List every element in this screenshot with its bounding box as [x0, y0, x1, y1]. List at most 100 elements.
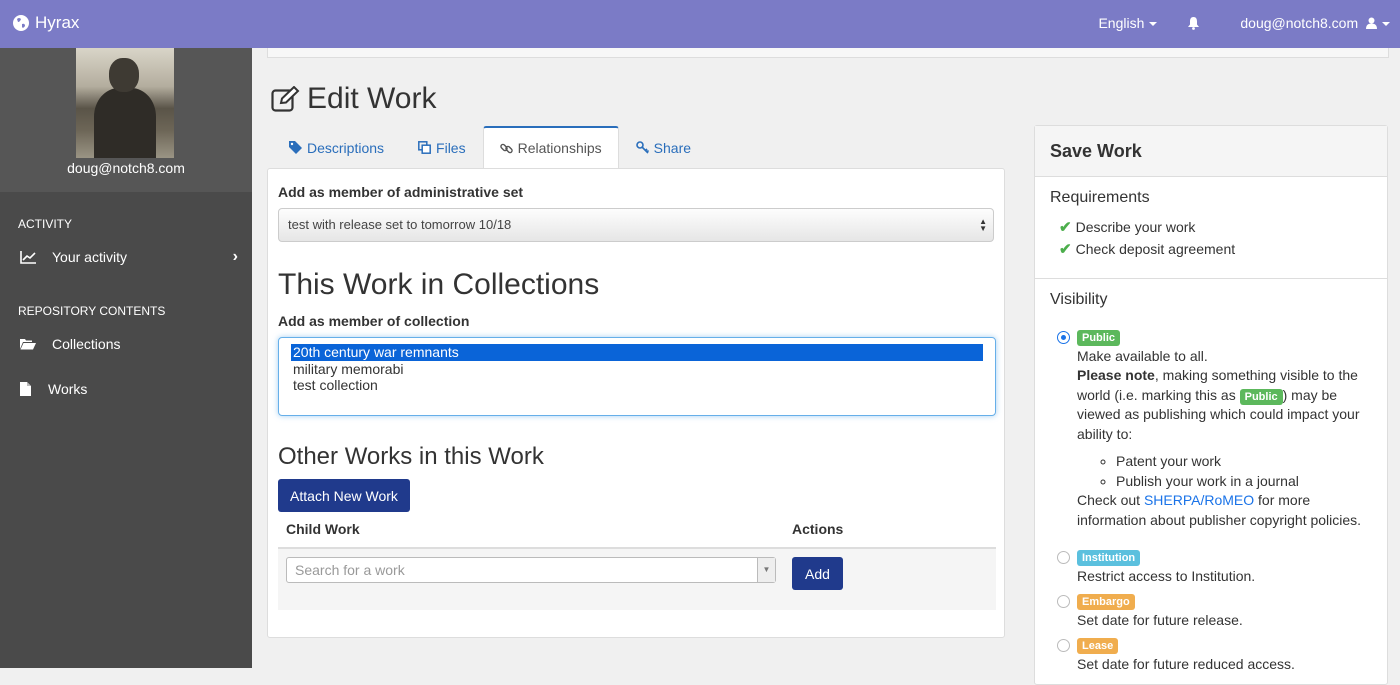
sidebar: doug@notch8.com ACTIVITY Your activity ›… [0, 48, 252, 668]
collection-option[interactable]: test collection [291, 377, 983, 394]
requirement-describe: ✔ Describe your work [1059, 218, 1195, 236]
admin-set-label: Add as member of administrative set [278, 184, 524, 200]
work-search-input[interactable]: Search for a work ▼ [286, 557, 776, 583]
repository-heading: REPOSITORY CONTENTS [18, 304, 166, 318]
user-icon [1366, 17, 1377, 29]
divider [1035, 278, 1387, 279]
tag-icon [289, 141, 302, 154]
notifications-button[interactable] [1187, 16, 1200, 30]
visibility-embargo-option: Embargo Set date for future release. [1077, 591, 1367, 630]
sidebar-item-works[interactable]: Works [20, 381, 240, 397]
column-actions: Actions [792, 521, 844, 537]
sherpa-romeo-link[interactable]: SHERPA/RoMEO [1144, 492, 1254, 508]
visibility-lease-option: Lease Set date for future reduced access… [1077, 635, 1367, 674]
note-bold: Please note [1077, 367, 1155, 383]
admin-set-select[interactable]: test with release set to tomorrow 10/18 … [278, 208, 994, 242]
public-description: Make available to all. [1077, 347, 1208, 364]
profile-section: doug@notch8.com [0, 48, 252, 192]
select-arrows-icon: ▲ ▼ [979, 217, 987, 233]
files-icon [418, 141, 431, 154]
lease-description: Set date for future reduced access. [1077, 655, 1295, 672]
requirements-title: Requirements [1050, 189, 1150, 206]
language-label: English [1098, 15, 1145, 31]
sidebar-item-label: Collections [52, 336, 121, 352]
visibility-public-option: Public Make available to all. Please not… [1077, 327, 1367, 530]
visibility-public-radio[interactable] [1057, 331, 1070, 344]
chevron-down-icon[interactable]: ▼ [757, 558, 775, 582]
check-icon: ✔ [1059, 219, 1072, 236]
chevron-down-icon [1382, 22, 1390, 27]
collection-label: Add as member of collection [278, 313, 470, 329]
visibility-institution-option: Institution Restrict access to Instituti… [1077, 547, 1367, 586]
collection-option[interactable]: 20th century war remnants [291, 344, 983, 361]
edit-icon [271, 86, 300, 112]
tab-label: Relationships [517, 140, 602, 156]
attach-new-work-button[interactable]: Attach New Work [278, 479, 410, 512]
list-item: Patent your work [1116, 452, 1367, 472]
profile-name: doug@notch8.com [67, 160, 185, 176]
public-badge-inline: Public [1239, 388, 1283, 405]
top-strip [267, 48, 1389, 58]
embargo-badge: Embargo [1077, 594, 1135, 610]
save-work-panel: Save Work Requirements ✔ Describe your wo… [1034, 125, 1388, 685]
page-title-text: Edit Work [307, 82, 437, 115]
table-row: Search for a work ▼ Add [278, 549, 996, 610]
chevron-right-icon: › [232, 248, 238, 265]
collection-option[interactable]: military memorabi [291, 361, 983, 378]
admin-set-value: test with release set to tomorrow 10/18 [288, 217, 512, 232]
child-works-table-header: Child Work Actions [278, 514, 996, 549]
column-child-work: Child Work [286, 521, 360, 537]
tab-label: Descriptions [307, 139, 385, 156]
visibility-title: Visibility [1050, 291, 1108, 308]
search-placeholder: Search for a work [295, 562, 405, 578]
chevron-down-icon [1149, 22, 1158, 27]
link-icon [499, 143, 513, 153]
visibility-embargo-radio[interactable] [1057, 595, 1070, 608]
public-badge: Public [1077, 330, 1121, 346]
add-button[interactable]: Add [792, 557, 843, 590]
check-icon: ✔ [1059, 241, 1072, 258]
tab-files[interactable]: Files [401, 126, 483, 168]
user-email: doug@notch8.com [1240, 15, 1359, 31]
language-menu[interactable]: English [1098, 15, 1158, 31]
tab-label: Share [653, 139, 692, 156]
tab-label: Files [436, 139, 466, 156]
brand-link[interactable]: Hyrax [12, 13, 79, 33]
folder-open-icon [20, 338, 42, 350]
bell-icon [1188, 17, 1200, 30]
list-item: Publish your work in a journal [1116, 472, 1367, 492]
visibility-institution-radio[interactable] [1057, 551, 1070, 564]
tab-descriptions[interactable]: Descriptions [272, 126, 401, 168]
brand-name: Hyrax [35, 13, 80, 32]
institution-badge: Institution [1077, 550, 1141, 566]
relationships-panel: Add as member of administrative set test… [267, 168, 1005, 638]
avatar[interactable] [76, 48, 174, 158]
tab-share[interactable]: Share [619, 126, 708, 168]
globe-icon [13, 15, 29, 31]
sidebar-item-label: Works [48, 381, 88, 397]
requirement-text: Check deposit agreement [1075, 241, 1236, 257]
sidebar-item-label: Your activity [52, 249, 127, 265]
user-menu[interactable]: doug@notch8.com [1240, 15, 1390, 31]
collection-multiselect[interactable]: 20th century war remnants military memor… [278, 337, 996, 416]
activity-heading: ACTIVITY [18, 217, 73, 231]
requirement-text: Describe your work [1075, 219, 1196, 235]
embargo-description: Set date for future release. [1077, 611, 1243, 628]
tab-relationships[interactable]: Relationships [482, 126, 619, 168]
tab-bar: Descriptions Files Relationships Share [272, 126, 708, 168]
save-work-title: Save Work [1035, 126, 1387, 177]
sidebar-item-your-activity[interactable]: Your activity › [20, 248, 240, 265]
check-out-text: Check out [1077, 492, 1144, 508]
other-works-heading: Other Works in this Work [278, 443, 544, 470]
file-icon [20, 382, 38, 396]
impact-list: Patent your work Publish your work in a … [1077, 452, 1367, 491]
key-icon [635, 141, 649, 154]
lease-badge: Lease [1077, 638, 1119, 654]
line-chart-icon [20, 250, 42, 264]
institution-description: Restrict access to Institution. [1077, 567, 1256, 584]
collections-heading: This Work in Collections [278, 268, 600, 301]
page-title: Edit Work [271, 82, 436, 116]
sidebar-item-collections[interactable]: Collections [20, 336, 240, 352]
visibility-lease-radio[interactable] [1057, 639, 1070, 652]
requirement-agreement: ✔ Check deposit agreement [1059, 240, 1235, 258]
